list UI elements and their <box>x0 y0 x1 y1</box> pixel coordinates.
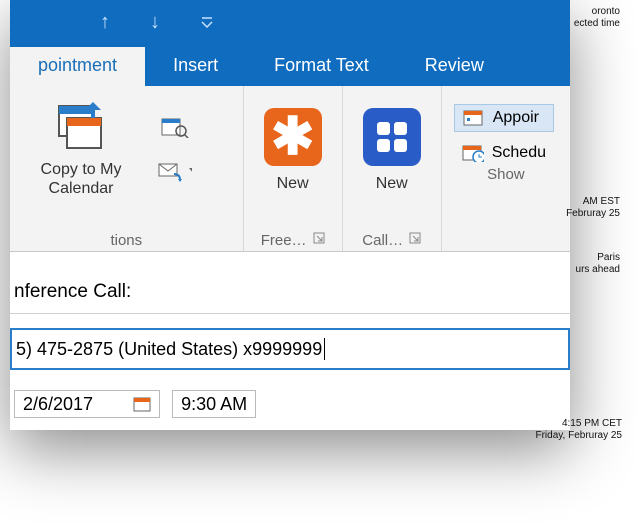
tab-insert[interactable]: Insert <box>145 47 246 86</box>
tab-appointment[interactable]: pointment <box>10 47 145 86</box>
copy-to-my-calendar-label: Copy to My Calendar <box>16 160 146 198</box>
tab-format-text[interactable]: Format Text <box>246 47 397 86</box>
start-time-picker[interactable]: 9:30 AM <box>172 390 256 418</box>
subject-row: nference Call: <box>10 270 570 314</box>
ribbon-group-actions: Copy to My Calendar <box>10 86 244 251</box>
start-time-value: 9:30 AM <box>181 394 247 415</box>
new-grid-button[interactable]: New <box>350 92 434 193</box>
ribbon-group-free-label: Free… <box>261 232 307 249</box>
location-input[interactable]: 5) 475-2875 (United States) x9999999 <box>10 328 570 370</box>
dialog-launcher-icon[interactable] <box>313 232 325 249</box>
dialog-launcher-icon[interactable] <box>409 232 421 249</box>
undo-arrow-up-icon[interactable]: ↑ <box>100 11 110 34</box>
asterisk-icon: ✱ <box>264 108 322 166</box>
new-asterisk-button[interactable]: ✱ New <box>251 92 335 193</box>
calendar-search-button[interactable] <box>158 114 192 140</box>
annotation-paris: Parisurs ahead <box>560 252 620 276</box>
outlook-window: ↑ ↓ pointment Insert Format Text Review <box>10 0 570 430</box>
annotation-cet: 4:15 PM CETFriday, Februray 25 <box>522 418 622 442</box>
annotation-toronto: orontoected time <box>560 6 620 30</box>
ribbon-group-call-label: Call… <box>362 232 403 249</box>
quick-access-overflow-icon[interactable] <box>200 15 214 29</box>
quick-access-toolbar: ↑ ↓ <box>10 0 570 44</box>
envelope-forward-icon <box>158 160 186 182</box>
show-scheduling-button[interactable]: Schedu <box>454 140 554 166</box>
ribbon-group-free: ✱ New Free… <box>244 86 343 251</box>
tab-review[interactable]: Review <box>397 47 512 86</box>
ribbon-group-actions-label: tions <box>110 232 142 249</box>
start-date-value: 2/6/2017 <box>23 394 93 415</box>
forward-dropdown-button[interactable] <box>158 158 192 184</box>
start-date-picker[interactable]: 2/6/2017 <box>14 390 160 418</box>
appointment-form: nference Call: 5) 475-2875 (United State… <box>10 252 570 418</box>
subject-label: nference Call: <box>14 281 131 303</box>
ribbon-group-call: New Call… <box>343 86 442 251</box>
calendar-search-icon <box>161 116 189 138</box>
ribbon-group-show: Appoir Schedu Show <box>442 86 570 251</box>
scheduling-icon <box>462 144 484 162</box>
annotation-est: AM ESTFebruray 25 <box>558 196 620 220</box>
show-scheduling-label: Schedu <box>492 144 546 162</box>
new-grid-label: New <box>376 174 408 193</box>
text-caret <box>324 338 325 360</box>
copy-to-my-calendar-button[interactable]: Copy to My Calendar <box>16 92 146 198</box>
show-appointment-label: Appoir <box>493 109 539 127</box>
new-asterisk-label: New <box>277 174 309 193</box>
appointment-icon <box>463 109 485 127</box>
show-appointment-button[interactable]: Appoir <box>454 104 554 132</box>
ribbon-group-show-label: Show <box>487 166 525 183</box>
calendar-picker-icon <box>133 396 151 412</box>
redo-arrow-down-icon[interactable]: ↓ <box>150 11 160 34</box>
dialpad-icon <box>363 108 421 166</box>
ribbon: Copy to My Calendar <box>10 86 570 252</box>
ribbon-tabs: pointment Insert Format Text Review <box>10 44 570 86</box>
copy-calendar-icon <box>53 96 109 152</box>
location-value: 5) 475-2875 (United States) x9999999 <box>16 339 322 360</box>
